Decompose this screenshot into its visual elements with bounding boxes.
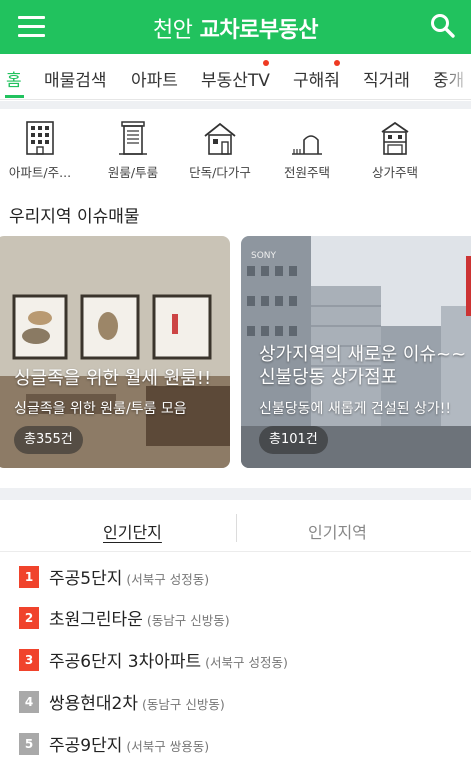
card-subtitle: 싱글족을 위한 원룸/투룸 모음 — [14, 401, 187, 417]
category-apartment[interactable]: 아파트/주... — [0, 120, 85, 181]
tab-direct-deal[interactable]: 직거래 — [363, 66, 410, 91]
apartment-building-icon — [26, 121, 54, 155]
rank-badge: 5 — [19, 733, 39, 755]
complex-name: 주공5단지 — [49, 569, 123, 589]
category-house[interactable]: 단독/다가구 — [175, 120, 265, 181]
tab-apartment[interactable]: 아파트 — [131, 66, 178, 91]
rank-badge: 2 — [19, 607, 39, 629]
tab-popular-complex[interactable]: 인기단지 — [103, 519, 162, 543]
svg-text:SONY: SONY — [251, 251, 277, 261]
brand-region: 천안 — [152, 18, 193, 43]
complex-location: (서북구 성정동) — [126, 572, 210, 587]
tab-divider — [236, 514, 237, 542]
rank-badge: 3 — [19, 649, 39, 671]
country-house-icon — [292, 135, 322, 155]
tab-listing-search[interactable]: 매물검색 — [44, 66, 107, 91]
complex-location: (동남구 신방동) — [142, 697, 225, 712]
commercial-house-icon — [381, 121, 409, 155]
tab-realestate-tv[interactable]: 부동산TV — [201, 60, 270, 91]
issue-card-oneroom[interactable]: 싱글족을 위한 월세 원룸!! 싱글족을 위한 원룸/투룸 모음 총355건 — [0, 236, 230, 468]
card-count-badge: 총101건 — [259, 426, 328, 454]
brand-logo[interactable]: 천안 교차로부동산 — [0, 12, 471, 44]
category-studio[interactable]: 원룸/투룸 — [88, 120, 178, 181]
popular-tab-bar: 인기단지 인기지역 — [0, 502, 471, 552]
category-label: 전원주택 — [283, 165, 330, 180]
category-label: 단독/다가구 — [189, 165, 251, 180]
active-tab-indicator — [5, 95, 24, 98]
new-badge-dot — [334, 60, 340, 66]
tab-popular-region[interactable]: 인기지역 — [308, 519, 367, 543]
rank-badge: 4 — [19, 691, 39, 713]
card-title-line2: 신불당동 상가점포 — [259, 367, 398, 388]
tab-find-for-me[interactable]: 구해줘 — [293, 60, 340, 91]
card-title: 싱글족을 위한 월세 원룸!! — [14, 368, 212, 389]
issue-card-commercial[interactable]: SONY 상가지역의 새로운 이슈~~ 신불당동 상가점포 신불당동에 새롭게 … — [241, 236, 471, 468]
rank-badge: 1 — [19, 566, 39, 588]
category-label: 아파트/주... — [8, 165, 72, 180]
complex-location: (서북구 성정동) — [205, 655, 288, 670]
category-commercial-house[interactable]: 상가주택 — [350, 120, 440, 181]
card-count-badge: 총355건 — [14, 426, 83, 454]
card-subtitle: 신불당동에 새롭게 건설된 상가!! — [259, 401, 452, 417]
section-separator — [0, 101, 471, 109]
category-label: 상가주택 — [371, 165, 418, 180]
studio-building-icon — [119, 121, 147, 155]
new-badge-dot — [263, 60, 269, 66]
house-icon — [204, 122, 236, 155]
card-title-line1: 상가지역의 새로운 이슈~~ — [259, 344, 467, 365]
tab-scroll-fade — [441, 54, 471, 99]
category-label: 원룸/투룸 — [107, 165, 159, 180]
complex-location: (동남구 신방동) — [146, 613, 230, 628]
complex-name: 쌍용현대2차 — [49, 694, 139, 714]
complex-name: 초원그린타운 — [49, 610, 143, 630]
complex-location: (서북구 쌍용동) — [126, 739, 210, 754]
complex-name: 주공6단지 3차아파트 — [49, 652, 202, 672]
section-title-issue-listings: 우리지역 이슈매물 — [9, 207, 140, 227]
section-separator — [0, 488, 471, 500]
category-country-house[interactable]: 전원주택 — [262, 120, 352, 181]
tab-home[interactable]: 홈 — [6, 66, 22, 91]
complex-name: 주공9단지 — [49, 736, 123, 756]
search-icon[interactable] — [429, 12, 457, 40]
main-tab-bar: 홈 매물검색 아파트 부동산TV 구해줘 직거래 중개 — [0, 54, 471, 100]
app-header: 천안 교차로부동산 — [0, 0, 471, 54]
brand-name: 교차로부동산 — [199, 18, 319, 43]
